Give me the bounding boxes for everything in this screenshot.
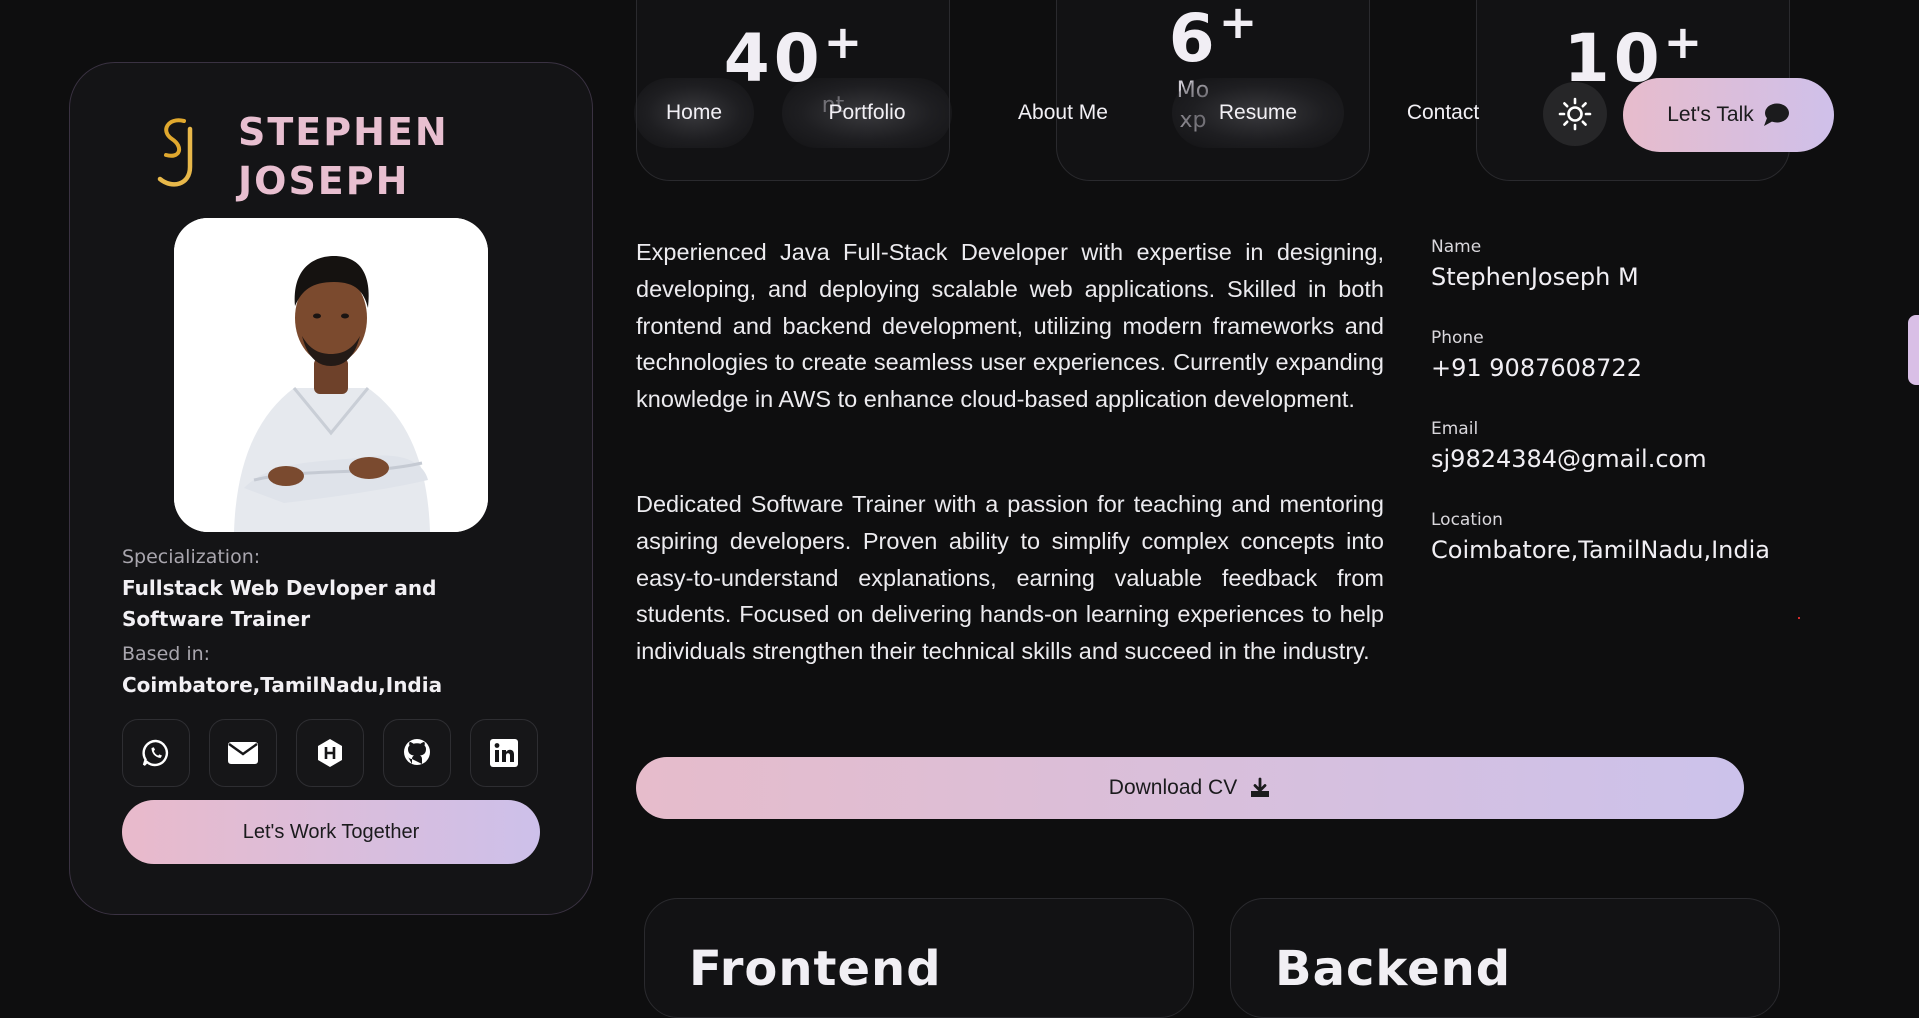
hashnode-icon [318, 739, 342, 767]
email-icon [228, 742, 258, 764]
github-button[interactable] [383, 719, 451, 787]
profile-card: STEPHEN JOSEPH Specialization: Fullstack… [69, 62, 593, 915]
contact-phone-value: +91 9087608722 [1431, 354, 1642, 382]
backend-title: Backend [1275, 941, 1512, 997]
about-paragraph-2: Dedicated Software Trainer with a passio… [636, 491, 1384, 665]
about-paragraph-1: Experienced Java Full-Stack Developer wi… [636, 239, 1384, 413]
nav-resume[interactable]: Resume [1172, 78, 1344, 148]
contact-name-value: StephenJoseph M [1431, 263, 1639, 291]
frontend-skills-card: Frontend [644, 898, 1194, 1018]
nav-portfolio[interactable]: Portfolio [782, 78, 952, 148]
download-icon [1251, 777, 1270, 797]
sj-logo [157, 118, 193, 187]
based-in-label: Based in: [122, 643, 211, 665]
specialization-value-line-2: Software Trainer [122, 607, 311, 631]
person-avatar-image [174, 218, 488, 532]
lets-work-together-button[interactable]: Let's Work Together [122, 800, 540, 864]
email-button[interactable] [209, 719, 277, 787]
profile-first-name: STEPHEN [238, 110, 449, 154]
profile-photo [174, 218, 488, 532]
nav-home[interactable]: Home [634, 78, 754, 148]
specialization-label: Specialization: [122, 546, 261, 568]
contact-location-label: Location [1431, 510, 1503, 530]
hashnode-button[interactable] [296, 719, 364, 787]
scrollbar-thumb[interactable] [1908, 315, 1919, 385]
contact-name-label: Name [1431, 237, 1482, 257]
backend-skills-card: Backend [1230, 898, 1780, 1018]
contact-phone-label: Phone [1431, 328, 1484, 348]
contact-location-value: Coimbatore,TamilNadu,India [1431, 536, 1770, 564]
linkedin-icon [490, 739, 518, 767]
contact-email-label: Email [1431, 419, 1479, 439]
theme-toggle-button[interactable] [1543, 82, 1607, 146]
whatsapp-icon [142, 739, 169, 767]
download-cv-label: Download CV [1108, 776, 1238, 799]
specialization-value-line-1: Fullstack Web Devloper and [122, 576, 437, 600]
contact-email-value[interactable]: sj9824384@gmail.com [1431, 445, 1707, 473]
nav-about-me[interactable]: About Me [982, 78, 1144, 148]
decorative-dot [1798, 617, 1800, 619]
lets-talk-label: Let's Talk [1667, 103, 1754, 126]
download-cv-button[interactable]: Download CV [636, 757, 1744, 819]
linkedin-button[interactable] [470, 719, 538, 787]
frontend-title: Frontend [689, 941, 942, 997]
lets-talk-button[interactable]: Let's Talk [1623, 78, 1834, 152]
whatsapp-button[interactable] [122, 719, 190, 787]
nav-contact[interactable]: Contact [1372, 78, 1514, 148]
profile-last-name: JOSEPH [238, 159, 410, 203]
based-in-value: Coimbatore,TamilNadu,India [122, 673, 443, 697]
chat-bubble-icon [1763, 103, 1789, 126]
github-icon [404, 739, 430, 765]
stat-value: 6+ [1168, 0, 1258, 77]
sun-icon [1558, 97, 1592, 131]
